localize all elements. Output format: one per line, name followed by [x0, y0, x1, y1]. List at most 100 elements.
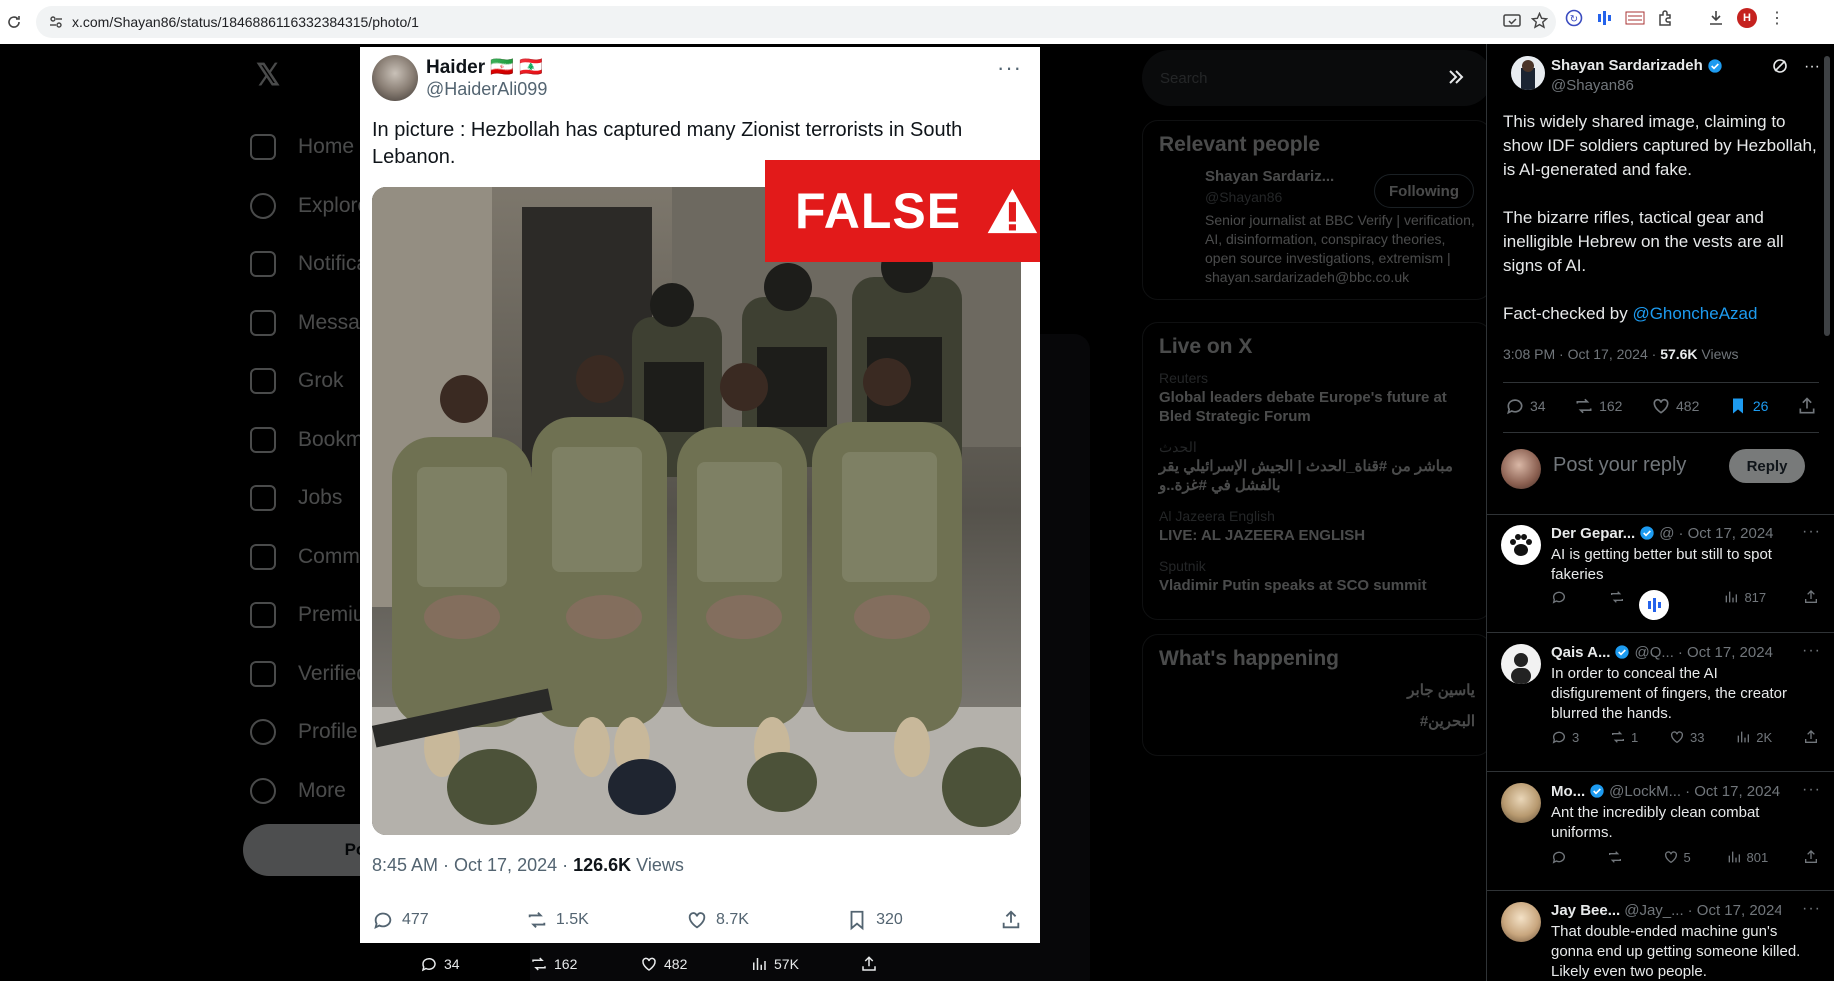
share-action [1000, 909, 1022, 931]
repost-icon [1612, 731, 1625, 743]
voice-assistant-icon[interactable] [1639, 590, 1669, 620]
bookmark-star-icon[interactable] [1531, 12, 1548, 29]
heart-icon [642, 957, 656, 971]
avatar [1501, 783, 1541, 823]
bookmark-button[interactable]: 26 [1728, 396, 1768, 416]
cast-icon[interactable] [1503, 13, 1521, 29]
more-icon[interactable]: ··· [1804, 58, 1820, 76]
reply-icon [421, 957, 436, 972]
reply-button[interactable]: 3 [1551, 729, 1579, 745]
repost-icon [1610, 591, 1623, 603]
reply-action[interactable]: 34 [420, 955, 530, 973]
avatar [372, 55, 418, 101]
repost-button[interactable]: 162 [1574, 396, 1622, 416]
reply-input[interactable]: Post your reply [1553, 454, 1686, 477]
briefcase-icon [250, 485, 276, 512]
mention-link[interactable]: @GhoncheAzad [1632, 304, 1757, 323]
views-icon [753, 958, 766, 970]
live-item[interactable]: Sputnik Vladimir Putin speaks at SCO summ… [1159, 557, 1475, 595]
reply-item[interactable]: Der Gepar... @ · Oct 17, 2024 ··· AI is … [1487, 515, 1834, 633]
like-button[interactable] [1667, 589, 1687, 605]
more-icon[interactable]: ··· [1802, 781, 1821, 799]
search-input[interactable]: Search [1142, 50, 1486, 106]
live-item[interactable]: Reuters Global leaders debate Europe's fu… [1159, 369, 1475, 426]
share-button[interactable] [1803, 849, 1823, 865]
collapse-panel-icon[interactable] [1443, 64, 1469, 90]
avatar [1501, 902, 1541, 942]
profile-avatar-icon[interactable]: H [1737, 8, 1757, 28]
reply-item[interactable]: Qais A... @Q... · Oct 17, 2024 ··· In or… [1487, 634, 1834, 772]
false-label: FALSE [795, 183, 962, 239]
scrollbar[interactable] [1824, 56, 1830, 336]
avatar[interactable] [1511, 56, 1545, 90]
reply-button[interactable] [1551, 589, 1572, 605]
tweet-timestamp[interactable]: 3:08 PM · Oct 17, 2024 · 57.6K Views [1503, 346, 1739, 362]
more-icon[interactable]: ··· [1802, 900, 1821, 918]
like-button[interactable]: 33 [1669, 729, 1705, 745]
extensions-puzzle-icon[interactable] [1657, 9, 1675, 27]
x-logo-icon[interactable]: 𝕏 [256, 58, 280, 93]
reply-button[interactable] [1551, 849, 1572, 865]
reply-icon [374, 912, 392, 930]
share-button[interactable] [1797, 396, 1817, 416]
heart-icon [1653, 398, 1669, 414]
following-button[interactable]: Following [1374, 174, 1474, 208]
views-button[interactable]: 2K [1735, 729, 1772, 745]
bookmark-icon [250, 426, 276, 453]
share-button[interactable] [1803, 589, 1823, 605]
divider [1503, 382, 1819, 383]
avatar [1501, 644, 1541, 684]
extension-invid-icon[interactable] [1625, 10, 1645, 26]
reload-icon[interactable] [0, 8, 28, 36]
extension-audio-icon[interactable] [1595, 9, 1613, 27]
reply-submit-button[interactable]: Reply [1729, 449, 1805, 483]
verified-badge-icon [1590, 784, 1604, 798]
trend-item[interactable]: #البحرين [1159, 712, 1475, 731]
bookmark-action: 320 [846, 909, 903, 931]
author-name[interactable]: Shayan Sardarizadeh [1551, 57, 1723, 74]
reply-icon [1552, 851, 1565, 864]
embedded-tweet-image[interactable]: Haider 🇮🇷 🇱🇧 @HaiderAli099 ··· In pictur… [360, 47, 1040, 943]
repost-button[interactable]: 1 [1610, 729, 1638, 745]
like-action[interactable]: 482 [640, 955, 750, 973]
trend-item[interactable]: ياسين جابر [1159, 681, 1475, 700]
extension-shield-icon[interactable]: ↻ [1565, 9, 1583, 27]
tweet-actions: 477 1.5K 8.7K 320 [372, 909, 1022, 931]
reply-header: Mo... @LockM... · Oct 17, 2024 [1551, 783, 1781, 800]
reply-header: Qais A... @Q... · Oct 17, 2024 [1551, 644, 1773, 661]
browser-menu-icon[interactable]: ⋮ [1769, 8, 1785, 28]
repost-icon [1576, 398, 1592, 414]
tweet-detail-panel: Shayan Sardarizadeh @Shayan86 ··· This w… [1486, 44, 1834, 981]
home-icon [250, 134, 276, 161]
repost-button[interactable] [1607, 849, 1628, 865]
tweet-body: This widely shared image, claiming to sh… [1503, 112, 1817, 323]
reply-item[interactable]: Mo... @LockM... · Oct 17, 2024 ··· Ant t… [1487, 773, 1834, 891]
share-action[interactable] [860, 955, 970, 973]
views-button[interactable]: 801 [1726, 849, 1768, 865]
more-icon[interactable]: ··· [1802, 642, 1821, 660]
live-item[interactable]: Al Jazeera English LIVE: AL JAZEERA ENGLI… [1159, 507, 1475, 545]
reply-button[interactable]: 34 [1505, 396, 1546, 416]
avatar [1501, 449, 1541, 489]
like-button[interactable]: 5 [1663, 849, 1691, 865]
more-icon[interactable]: ··· [1802, 523, 1821, 541]
like-button[interactable]: 482 [1651, 396, 1699, 416]
grok-explain-icon[interactable] [1772, 58, 1788, 76]
photo-illustration [372, 187, 1021, 835]
share-button[interactable] [1803, 729, 1823, 745]
site-info-icon[interactable] [48, 14, 64, 30]
live-item[interactable]: الحدث مباشر من #قناة_الحدث | الجيش الإسرا… [1159, 438, 1475, 495]
views-action[interactable]: 57K [750, 955, 860, 973]
reply-action: 477 [372, 909, 429, 931]
download-icon[interactable] [1707, 9, 1725, 27]
url-text: x.com/Shayan86/status/184688611633238431… [72, 14, 419, 30]
address-bar[interactable]: x.com/Shayan86/status/184688611633238431… [36, 6, 1556, 38]
views-button[interactable]: 817 [1723, 589, 1766, 605]
reply-item[interactable]: Jay Bee... @Jay_... · Oct 17, 2024 ··· T… [1487, 892, 1834, 981]
share-icon [1805, 850, 1817, 863]
live-section: Live on X Reuters Global leaders debate E… [1142, 322, 1486, 620]
explore-icon [250, 192, 276, 219]
repost-action[interactable]: 162 [530, 955, 640, 973]
views-icon [1737, 731, 1750, 743]
repost-button[interactable] [1609, 589, 1630, 605]
